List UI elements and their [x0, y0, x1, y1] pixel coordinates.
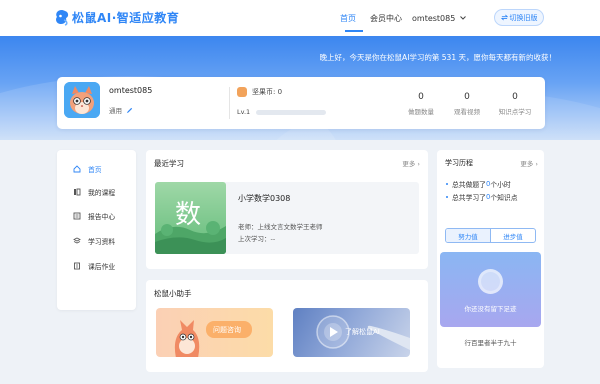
- coin-label: 坚果币: 0: [252, 88, 283, 96]
- level-indicator: Lv.1: [237, 108, 327, 116]
- report-icon: [73, 212, 81, 220]
- recent-study-panel: 最近学习 更多 › 数 小学数学0308 老师：上线文言文数学王老师 上次学习：…: [146, 150, 428, 269]
- user-menu[interactable]: omtest085: [412, 14, 467, 23]
- greeting-text: 晚上好，今天是你在松鼠AI学习的第 531 天，愿你每天都有新的收获！: [319, 53, 556, 62]
- bullet-dot: [446, 196, 448, 198]
- sidebar-item-label: 我的课程: [88, 189, 116, 197]
- profile-tag: 通用: [109, 105, 133, 115]
- sidebar-item-materials[interactable]: 学习资料: [57, 233, 136, 249]
- avatar[interactable]: [64, 82, 100, 118]
- study-history-panel: 学习历程 更多 › 总共做题了 0 个小时 总共学习了 0 个知识点 努力值 进…: [437, 150, 544, 368]
- about-squirrel-ai-card[interactable]: 了解松鼠AI: [293, 308, 410, 357]
- coin-balance: 坚果币: 0: [237, 87, 282, 97]
- footprint-icon: [478, 269, 503, 294]
- level-progress-bar: [256, 109, 327, 115]
- nav-home[interactable]: 首页: [340, 13, 356, 24]
- divider: [229, 87, 230, 119]
- tab-effort[interactable]: 努力值: [446, 229, 490, 242]
- squirrel-avatar-icon: [64, 82, 100, 118]
- profile-tag-label: 通用: [109, 107, 122, 115]
- helper-title: 松鼠小助手: [154, 289, 192, 298]
- sidebar-item-courses[interactable]: 我的课程: [57, 184, 136, 200]
- recent-more-link[interactable]: 更多 ›: [402, 158, 420, 168]
- switch-old-version-label: 切换旧版: [509, 13, 538, 22]
- course-name: 小学数学0308: [238, 194, 291, 203]
- chevron-down-icon: [460, 16, 467, 20]
- stat-value: 0: [418, 92, 424, 102]
- tab-progress[interactable]: 进步值: [490, 229, 535, 242]
- sidebar-item-label: 报告中心: [88, 213, 116, 221]
- courses-icon: [74, 188, 81, 196]
- course-teacher: 老师：上线文言文数学王老师: [238, 223, 323, 231]
- squirrel-logo-icon: [54, 9, 70, 26]
- sidebar-item-label: 首页: [88, 166, 102, 174]
- stat-label: 知识点学习: [498, 108, 532, 116]
- materials-icon: [73, 237, 81, 244]
- empty-state: 你还没有留下足迹: [440, 252, 541, 327]
- logo-text: 松鼠AI·智适应教育: [72, 11, 180, 25]
- stat-value: 0: [512, 92, 518, 102]
- course-thumbnail: 数: [155, 182, 226, 254]
- stat-label: 做题数量: [408, 108, 434, 116]
- sidebar: 首页 我的课程 报告中心 学习资料 课后作业: [57, 150, 136, 310]
- home-icon: [73, 165, 81, 173]
- total-knowledge-prefix: 总共学习了: [452, 194, 486, 202]
- recent-study-title: 最近学习: [154, 159, 184, 168]
- question-consult-label: 问题咨询: [213, 326, 241, 334]
- bullet-dot: [446, 183, 448, 185]
- homework-icon: [74, 262, 80, 270]
- question-consult-card[interactable]: 问题咨询: [156, 308, 273, 357]
- stat-knowledge: 0 知识点学习: [490, 92, 540, 116]
- course-card[interactable]: 数 小学数学0308 老师：上线文言文数学王老师 上次学习：--: [155, 182, 419, 254]
- sidebar-item-homework[interactable]: 课后作业: [57, 258, 136, 274]
- history-more-link[interactable]: 更多 ›: [520, 158, 538, 168]
- profile-card: omtest085 通用 坚果币: 0 Lv.1 0 做题数量 0 观看视频 0…: [57, 77, 545, 129]
- top-header: 松鼠AI·智适应教育 首页 会员中心 omtest085 切换旧版: [0, 0, 600, 36]
- logo[interactable]: 松鼠AI·智适应教育: [54, 9, 179, 26]
- total-hours-line: 总共做题了 0 个小时: [446, 179, 511, 189]
- level-label: Lv.1: [237, 108, 251, 116]
- switch-old-version-button[interactable]: 切换旧版: [494, 9, 544, 26]
- empty-state-text: 你还没有留下足迹: [464, 305, 517, 313]
- helper-panel: 松鼠小助手 问题咨询 了解松鼠AI: [146, 280, 428, 372]
- sidebar-item-label: 学习资料: [88, 238, 116, 246]
- more-label: 更多: [520, 160, 534, 168]
- more-label: 更多: [402, 160, 416, 168]
- sidebar-item-report[interactable]: 报告中心: [57, 208, 136, 224]
- stat-videos: 0 观看视频: [442, 92, 492, 116]
- stat-questions: 0 做题数量: [396, 92, 446, 116]
- nav-member-center[interactable]: 会员中心: [370, 13, 402, 24]
- nut-coin-icon: [237, 87, 247, 97]
- stat-label: 观看视频: [454, 108, 480, 116]
- stat-value: 0: [464, 92, 470, 102]
- profile-username: omtest085: [109, 86, 153, 95]
- sidebar-item-home[interactable]: 首页: [57, 161, 136, 177]
- about-squirrel-ai-label: 了解松鼠AI: [345, 328, 380, 336]
- nav-active-underline: [345, 30, 363, 32]
- history-title: 学习历程: [445, 159, 473, 167]
- history-tabs: 努力值 进步值: [445, 228, 536, 243]
- total-knowledge-line: 总共学习了 0 个知识点: [446, 192, 518, 202]
- edit-icon[interactable]: [126, 107, 133, 114]
- main-nav: 首页 会员中心 omtest085: [340, 11, 467, 25]
- switch-icon: [500, 14, 508, 21]
- total-hours-prefix: 总共做题了: [452, 181, 486, 189]
- sidebar-item-label: 课后作业: [88, 263, 116, 271]
- motto-text: 行百里者半于九十: [464, 339, 517, 347]
- header-username: omtest085: [412, 13, 456, 23]
- total-hours-suffix: 个小时: [490, 181, 511, 189]
- course-thumb-char: 数: [175, 200, 202, 230]
- total-knowledge-suffix: 个知识点: [490, 194, 518, 202]
- course-last-study: 上次学习：--: [238, 235, 276, 243]
